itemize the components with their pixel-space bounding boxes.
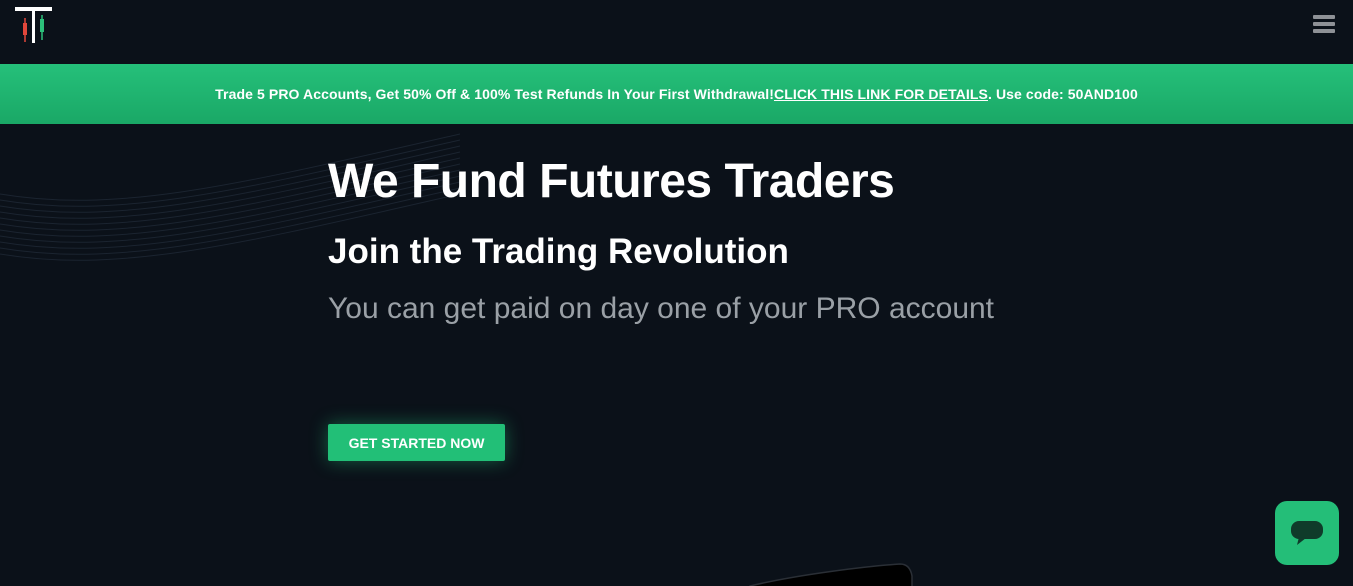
promo-text-before: Trade 5 PRO Accounts, Get 50% Off & 100%… (215, 86, 774, 102)
hero-subtitle: Join the Trading Revolution (328, 232, 789, 271)
promo-banner: Trade 5 PRO Accounts, Get 50% Off & 100%… (0, 64, 1353, 124)
menu-bar (1313, 29, 1335, 33)
landing-page: Trade 5 PRO Accounts, Get 50% Off & 100%… (0, 0, 1353, 586)
promo-details-link[interactable]: CLICK THIS LINK FOR DETAILS (774, 86, 988, 102)
site-header (0, 0, 1353, 64)
chat-widget-button[interactable] (1275, 501, 1339, 565)
menu-bar (1313, 22, 1335, 26)
device-mockup-edge (749, 563, 913, 586)
chat-bubble-icon (1291, 521, 1323, 545)
hero-tagline: You can get paid on day one of your PRO … (328, 292, 995, 325)
candlestick-logo-icon[interactable] (14, 6, 54, 46)
get-started-button[interactable]: GET STARTED NOW (328, 424, 505, 461)
hero-title: We Fund Futures Traders (328, 155, 895, 208)
hamburger-menu-icon[interactable] (1309, 12, 1339, 38)
promo-text-after: . Use code: 50AND100 (987, 86, 1138, 102)
menu-bar (1313, 15, 1335, 19)
